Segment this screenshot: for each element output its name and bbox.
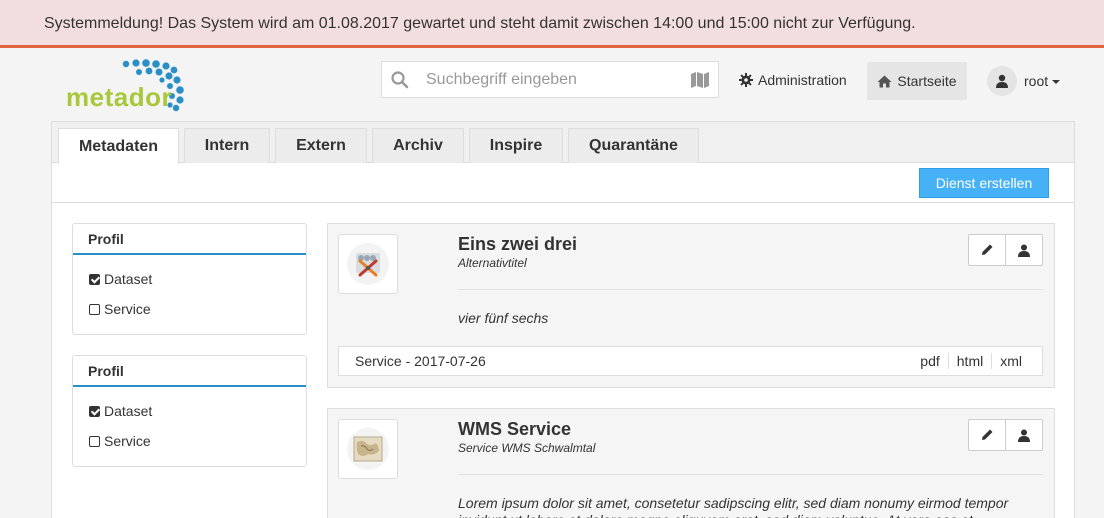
nav-startseite-label: Startseite: [897, 73, 957, 89]
facet-option-service[interactable]: Service: [89, 301, 151, 317]
facet-title: Profil: [73, 356, 306, 387]
search-icon[interactable]: [390, 70, 410, 90]
record-subtitle: Alternativtitel: [458, 256, 527, 270]
record-thumbnail[interactable]: [338, 419, 398, 479]
record-card: Eins zwei drei Alternativtitel vier fünf…: [327, 223, 1055, 388]
main-panel: Metadaten Intern Extern Archiv Inspire Q…: [51, 121, 1075, 518]
tab-intern[interactable]: Intern: [184, 128, 270, 163]
record-title[interactable]: WMS Service: [458, 419, 571, 440]
user-icon: [1018, 244, 1030, 257]
export-links: pdf html xml: [912, 353, 1030, 369]
nav-administration[interactable]: Administration: [739, 72, 847, 88]
owner-button[interactable]: [1005, 235, 1042, 265]
logo-text: metador: [66, 82, 173, 112]
export-pdf-link[interactable]: pdf: [912, 353, 947, 369]
tab-archiv[interactable]: Archiv: [372, 128, 464, 163]
divider: [458, 289, 1043, 290]
create-service-button[interactable]: Dienst erstellen: [919, 168, 1049, 198]
facet-option-dataset[interactable]: Dataset: [89, 403, 152, 419]
tab-inspire[interactable]: Inspire: [469, 128, 563, 163]
record-thumbnail[interactable]: [338, 234, 398, 294]
record-subtitle: Service WMS Schwalmtal: [458, 441, 596, 455]
record-actions: [968, 234, 1043, 266]
map-thumbnail-icon: [353, 436, 383, 462]
export-xml-link[interactable]: xml: [991, 353, 1030, 369]
map-icon[interactable]: [690, 71, 710, 89]
facet-option-dataset[interactable]: Dataset: [89, 271, 152, 287]
facet-option-label: Service: [104, 433, 151, 449]
tab-metadaten[interactable]: Metadaten: [58, 128, 179, 164]
checkbox-checked-icon[interactable]: [89, 405, 100, 417]
search-input[interactable]: [426, 67, 676, 93]
tools-icon: [356, 253, 380, 277]
avatar: [987, 66, 1017, 96]
facet-option-service[interactable]: Service: [89, 433, 151, 449]
record-type-date: Service - 2017-07-26: [355, 353, 486, 369]
facet-option-label: Dataset: [104, 271, 153, 287]
home-icon: [877, 75, 892, 87]
facet-option-label: Dataset: [104, 403, 153, 419]
nav-administration-label: Administration: [758, 72, 847, 88]
user-menu[interactable]: root: [987, 66, 1061, 96]
edit-button[interactable]: [969, 235, 1005, 265]
checkbox-empty-icon[interactable]: [89, 303, 100, 315]
owner-button[interactable]: [1005, 420, 1042, 450]
export-html-link[interactable]: html: [947, 353, 991, 369]
record-description: Lorem ipsum dolor sit amet, consetetur s…: [458, 495, 1009, 518]
pencil-icon: [982, 429, 993, 440]
divider: [458, 474, 1043, 475]
checkbox-checked-icon[interactable]: [89, 273, 100, 285]
checkbox-empty-icon[interactable]: [89, 435, 100, 447]
record-card: WMS Service Service WMS Schwalmtal Lorem…: [327, 408, 1055, 518]
user-icon: [1018, 429, 1030, 442]
user-icon: [996, 74, 1008, 88]
metador-logo[interactable]: metador: [66, 58, 191, 118]
pencil-icon: [982, 244, 993, 255]
record-description: vier fünf sechs: [458, 310, 549, 326]
facet-profil: Profil Dataset Service: [72, 355, 307, 467]
toolbar: Dienst erstellen: [52, 163, 1074, 203]
tab-extern[interactable]: Extern: [275, 128, 367, 163]
edit-button[interactable]: [969, 420, 1005, 450]
user-name: root: [1024, 73, 1049, 89]
search-box: [381, 61, 719, 98]
facet-profil: Profil Dataset Service: [72, 223, 307, 335]
system-message: Systemmeldung! Das System wird am 01.08.…: [0, 0, 1104, 48]
facet-title: Profil: [73, 224, 306, 255]
tab-quarantaene[interactable]: Quarantäne: [568, 128, 699, 163]
record-footer: Service - 2017-07-26 pdf html xml: [338, 346, 1043, 376]
tab-bar: Metadaten Intern Extern Archiv Inspire Q…: [52, 122, 1074, 164]
record-title[interactable]: Eins zwei drei: [458, 234, 577, 255]
record-actions: [968, 419, 1043, 451]
facet-option-label: Service: [104, 301, 151, 317]
nav-startseite[interactable]: Startseite: [867, 62, 967, 100]
caret-down-icon: [1052, 80, 1061, 84]
gear-icon: [739, 73, 753, 87]
